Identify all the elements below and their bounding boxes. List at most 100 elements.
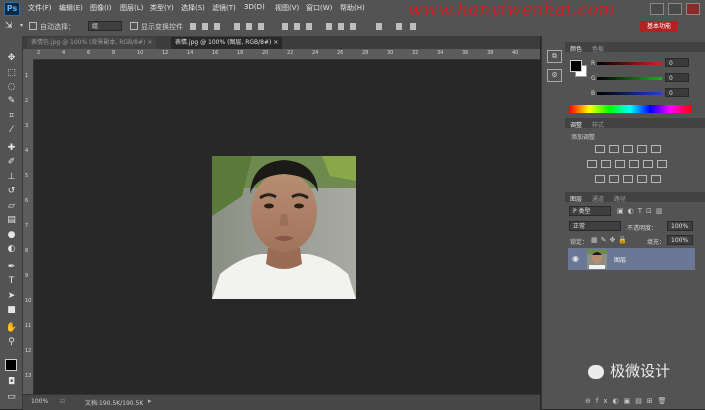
foreground-color-swatch[interactable] [5,359,17,371]
tab-channels[interactable]: 通道 [592,194,604,203]
threshold-icon[interactable] [623,175,633,183]
menu-filter[interactable]: 滤镜(T) [212,3,236,13]
posterize-icon[interactable] [609,175,619,183]
tab-layers[interactable]: 图层 [570,194,582,203]
close-icon[interactable] [686,3,700,15]
gradient-map-icon[interactable] [651,175,661,183]
menu-view[interactable]: 视图(V) [275,3,299,13]
color-spectrum-bar[interactable] [569,105,691,113]
ruler-top-number: 24 [312,50,319,56]
quick-select-tool-icon[interactable]: ✎ [5,96,18,107]
crop-tool-icon[interactable]: ⌗ [5,111,18,122]
ruler-left-number: 7 [25,223,29,229]
minimize-icon[interactable] [650,3,664,15]
visibility-eye-icon[interactable]: ◉ [572,254,579,263]
foreground-color-swatch[interactable] [570,60,582,72]
photo-filter-icon[interactable] [629,160,639,168]
lock-icons[interactable]: ▦✎✥🔒 [591,236,630,244]
menu-help[interactable]: 帮助(H) [340,3,365,13]
type-tool-icon[interactable]: T [5,276,18,287]
marquee-tool-icon[interactable]: ⬚ [5,68,18,79]
menu-file[interactable]: 文件(F) [28,3,52,13]
tool-preset-dropdown-icon[interactable]: ▾ [20,22,23,29]
blend-mode-dropdown[interactable]: 正常 [569,221,621,231]
layer-filter-dropdown[interactable]: P 类型 [569,206,611,216]
show-transform-checkbox[interactable] [130,22,138,30]
tab-adjustments[interactable]: 调整 [570,120,582,129]
history-panel-icon[interactable]: ⧉ [547,50,562,63]
path-select-tool-icon[interactable]: ➤ [5,291,18,302]
canvas-photo[interactable] [212,156,356,299]
layer-name[interactable]: 图层 [614,255,626,264]
channel-b-value[interactable]: 0 [665,88,689,97]
zoom-tool-icon[interactable]: ⚲ [5,337,18,348]
vibrance-icon[interactable] [651,145,661,153]
ruler-left-number: 8 [25,248,29,254]
screen-mode-icon[interactable]: ▭ [5,392,18,403]
tab-document-2[interactable]: 表情.jpg @ 100% (图层, RGB/8#) × [171,37,283,49]
black-white-icon[interactable] [615,160,625,168]
channel-r-slider[interactable] [597,62,662,65]
invert-icon[interactable] [595,175,605,183]
fill-field[interactable]: 100% [667,235,693,245]
channel-g-slider[interactable] [597,77,662,80]
tab-paths[interactable]: 路径 [614,194,626,203]
dodge-tool-icon[interactable]: ◐ [5,244,18,255]
lasso-tool-icon[interactable]: ◌ [5,82,18,93]
gradient-tool-icon[interactable]: ▤ [5,215,18,226]
workspace-switcher[interactable]: 基本功能 [640,21,678,32]
menu-window[interactable]: 窗口(W) [306,3,332,13]
move-tool-icon[interactable]: ⇲ [5,21,13,31]
channel-b-slider[interactable] [597,92,662,95]
healing-brush-tool-icon[interactable]: ✚ [5,143,18,154]
menu-type[interactable]: 类型(Y) [150,3,174,13]
rectangle-tool-icon[interactable]: ■ [5,305,18,316]
pen-tool-icon[interactable]: ✒ [5,262,18,273]
status-menu-arrow-icon[interactable]: ▸ [148,397,152,405]
tab-styles[interactable]: 样式 [592,120,604,129]
ruler-top-number: 32 [412,50,419,56]
brush-tool-icon[interactable]: ✐ [5,157,18,168]
eyedropper-tool-icon[interactable]: ⁄ [5,125,18,136]
channel-r-value[interactable]: 0 [665,58,689,67]
tab-document-1[interactable]: 表情包.jpg @ 100% (背景副本, RGB/8#) × [27,37,157,49]
layers-footer-icons[interactable]: ⊖fx◐▣▤⊞🗑 [585,397,672,405]
ruler-top-number: 38 [487,50,494,56]
align-distribute-icons[interactable] [190,21,630,32]
blur-tool-icon[interactable]: ● [5,230,18,241]
channel-mixer-icon[interactable] [643,160,653,168]
eraser-tool-icon[interactable]: ▱ [5,201,18,212]
menu-image[interactable]: 图像(I) [90,3,112,13]
layer-filter-icons[interactable]: ▣◐T⊡▥ [617,207,666,215]
history-brush-tool-icon[interactable]: ↺ [5,186,18,197]
selective-color-icon[interactable] [637,175,647,183]
levels-icon[interactable] [609,145,619,153]
tab-color[interactable]: 颜色 [570,44,582,53]
channel-r-label: R [591,60,596,67]
menu-3d[interactable]: 3D(D) [244,3,265,11]
wechat-icon [588,364,604,379]
zoom-level[interactable]: 100% [31,398,48,405]
hand-tool-icon[interactable]: ✋ [5,323,18,334]
layer-row[interactable]: ◉ 图层 [568,248,695,270]
exposure-icon[interactable] [637,145,647,153]
hue-saturation-icon[interactable] [587,160,597,168]
menu-select[interactable]: 选择(S) [181,3,205,13]
auto-select-dropdown[interactable]: 组 [88,21,122,31]
brightness-contrast-icon[interactable] [595,145,605,153]
opacity-field[interactable]: 100% [667,221,693,231]
menu-edit[interactable]: 编辑(E) [59,3,83,13]
color-lookup-icon[interactable] [657,160,667,168]
maximize-icon[interactable] [668,3,682,15]
quick-mask-icon[interactable]: ◘ [5,377,18,388]
menu-layer[interactable]: 图层(L) [120,3,143,13]
channel-g-value[interactable]: 0 [665,73,689,82]
tab-swatches[interactable]: 色板 [592,44,604,53]
curves-icon[interactable] [623,145,633,153]
move-tool-icon[interactable]: ✥ [5,53,18,64]
color-balance-icon[interactable] [601,160,611,168]
clone-stamp-tool-icon[interactable]: ⊥ [5,172,18,183]
auto-select-checkbox[interactable] [29,22,37,30]
ruler-top-number: 30 [387,50,394,56]
properties-panel-icon[interactable]: ⚙ [547,69,562,82]
